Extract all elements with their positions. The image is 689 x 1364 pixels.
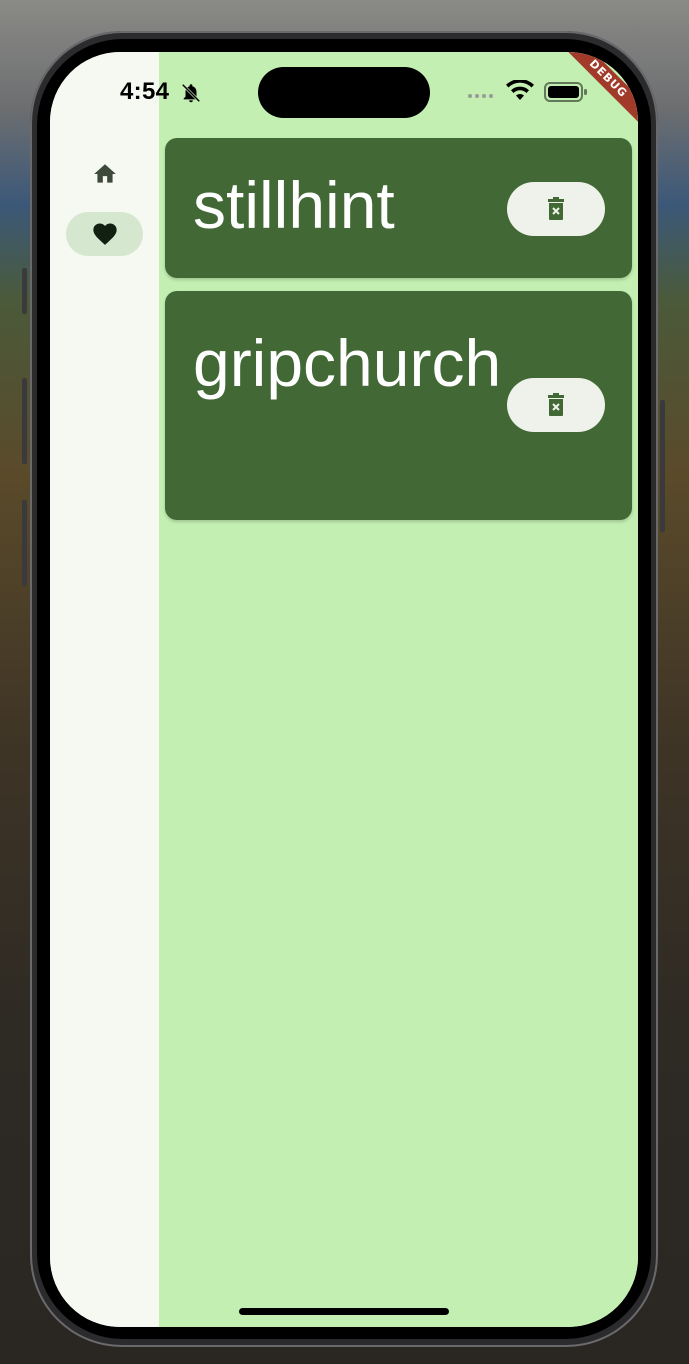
home-icon <box>94 164 116 183</box>
favorite-word: gripchurch <box>193 326 502 400</box>
volume-down-button <box>22 500 27 586</box>
favorites-list: stillhint gripchurch <box>159 52 638 1327</box>
nav-item-favorites[interactable] <box>66 212 143 256</box>
list-item: stillhint <box>165 138 632 278</box>
delete-button[interactable] <box>507 182 605 236</box>
heart-icon <box>92 223 117 245</box>
debug-banner: DEBUG <box>548 52 638 142</box>
home-indicator[interactable] <box>239 1308 449 1315</box>
app-screen: stillhint gripchurch 4:54 DEBUG <box>50 52 638 1327</box>
delete-icon <box>548 393 564 416</box>
delete-button[interactable] <box>507 378 605 432</box>
nav-item-home[interactable] <box>88 159 122 189</box>
bell-slash-icon <box>181 83 201 103</box>
list-item: gripchurch <box>165 291 632 520</box>
favorite-word: stillhint <box>193 168 395 242</box>
wifi-icon <box>506 80 534 100</box>
power-button <box>660 400 665 532</box>
status-time: 4:54 <box>120 78 170 105</box>
navigation-rail <box>50 52 159 1327</box>
debug-label: DEBUG <box>559 52 638 128</box>
cellular-dots-icon <box>468 94 493 98</box>
dynamic-island <box>258 67 430 118</box>
delete-icon <box>548 197 564 220</box>
action-button <box>22 268 27 314</box>
volume-up-button <box>22 378 27 464</box>
